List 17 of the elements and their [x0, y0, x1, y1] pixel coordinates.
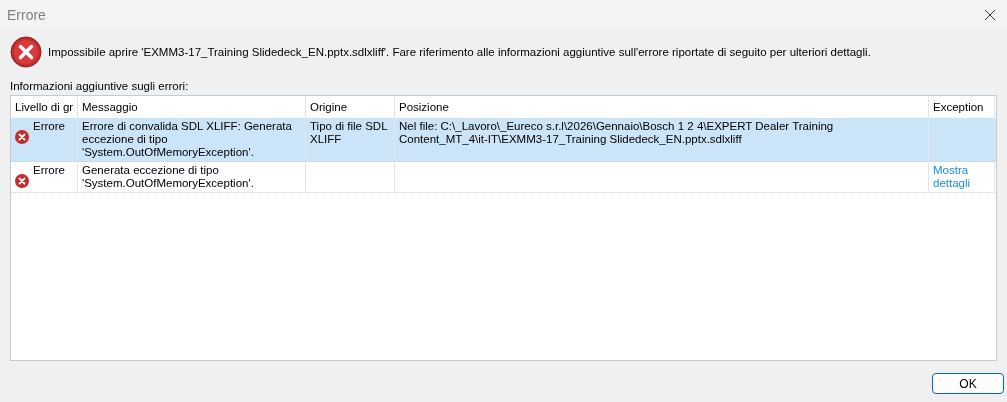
- error-icon: [15, 130, 29, 144]
- table-row[interactable]: Errore Generata eccezione di tipo 'System.OutOfMemoryException'. Mostra dettagli: [11, 162, 996, 193]
- severity-text: Errore: [33, 164, 65, 177]
- table-row[interactable]: [11, 118, 996, 162]
- error-icon: [15, 174, 29, 188]
- table-cell: Generata eccezione di tipo 'System.OutOfMemoryException'.: [82, 164, 254, 189]
- table-cell: Tipo di file SDL XLIFF: [310, 120, 388, 145]
- ok-button[interactable]: OK: [932, 373, 1004, 394]
- show-details-link[interactable]: Mostra dettagli: [933, 164, 990, 190]
- table-cell: Nel file: C:\_Lavoro\_Eureco s.r.l\2026\Gennaio\Bosch 1 2 4\EXPERT Dealer Training Content_MT_4\it-IT\EXMM3-17_Training Slidedeck_EN.pptx.sdlxliff: [399, 120, 834, 145]
- error-message: Impossibile aprire 'EXMM3-17_Training Slidedeck_EN.pptx.sdlxliff'. Fare riferimento alle informazioni aggiuntive sull'errore riportate di seguito per ulteriori dettagli.: [48, 46, 871, 58]
- severity-text: Errore: [33, 120, 65, 133]
- error-icon: [10, 36, 42, 68]
- table-cell: Errore di convalida SDL XLIFF: Generata eccezione di tipo 'System.OutOfMemoryException'.: [82, 120, 292, 158]
- window-title: Errore: [7, 6, 46, 23]
- details-label: Informazioni aggiuntive sugli errori:: [10, 80, 190, 92]
- close-icon[interactable]: [985, 9, 995, 20]
